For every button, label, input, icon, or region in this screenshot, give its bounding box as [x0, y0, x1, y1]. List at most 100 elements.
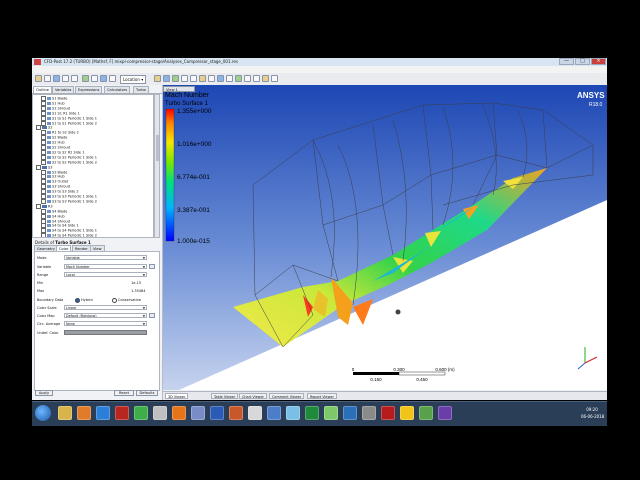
maximize-button[interactable]: □: [575, 58, 590, 65]
figure-icon[interactable]: [100, 75, 107, 82]
tab-outline[interactable]: Outline: [33, 86, 53, 93]
scale-seg: [398, 371, 446, 376]
excel-icon[interactable]: [305, 406, 319, 420]
clip-plane-icon[interactable]: [208, 75, 215, 82]
tree-scrollbar[interactable]: [154, 94, 160, 238]
open-icon[interactable]: [35, 75, 42, 82]
tab-report-viewer[interactable]: Report Viewer: [307, 393, 337, 399]
contour-icon[interactable]: [163, 75, 170, 82]
surface-icon: [47, 190, 51, 194]
tab-variables[interactable]: Variables: [52, 86, 75, 93]
chrome-icon[interactable]: [134, 406, 148, 420]
legend-tick-min: 1.000e-015: [177, 238, 210, 245]
legend-subtitle: Turbo Surface 1: [165, 101, 208, 107]
tab-expressions[interactable]: Expressions: [75, 86, 103, 93]
tree-item-label: S4 to S4 Side 1: [52, 223, 79, 228]
checkbox-icon[interactable]: [41, 233, 46, 237]
location-dropdown[interactable]: Location ▾: [120, 75, 147, 84]
word-icon[interactable]: [210, 406, 224, 420]
table-icon[interactable]: [253, 75, 260, 82]
viewport-canvas[interactable]: Mach Number Turbo Surface 1 1.355e+000 1…: [163, 85, 607, 390]
max-field: Max 1.35484: [37, 288, 157, 294]
color-map-edit-button[interactable]: [149, 313, 155, 318]
tree-item[interactable]: S4 to S4 Periodic 1 Side 2: [41, 233, 97, 237]
chevron-down-icon: ▼: [142, 322, 145, 326]
vector-icon[interactable]: [154, 75, 161, 82]
chevron-down-icon: ▼: [142, 256, 145, 260]
animation-icon[interactable]: [91, 75, 98, 82]
firefox-icon[interactable]: [172, 406, 186, 420]
redo-icon[interactable]: [71, 75, 78, 82]
defaults-button[interactable]: Defaults: [136, 390, 158, 396]
legend-icon[interactable]: [199, 75, 206, 82]
text-icon[interactable]: [190, 75, 197, 82]
variable-dropdown[interactable]: Mach Number ▼: [64, 264, 147, 269]
save-icon[interactable]: [44, 75, 51, 82]
tab-3d-viewer[interactable]: 3D Viewer: [165, 393, 189, 399]
filezilla-icon[interactable]: [115, 406, 129, 420]
ansys-version: R18.0: [589, 102, 603, 108]
circ-average-field: Circ. Average None ▼: [37, 321, 157, 327]
surface-icon: [47, 97, 51, 100]
system-clock[interactable]: 09:20 06-06-2018: [581, 406, 604, 420]
tab-calculators[interactable]: Calculators: [104, 86, 131, 93]
app7-icon[interactable]: [419, 406, 433, 420]
close-button[interactable]: ×: [591, 58, 606, 65]
surface-icon: [47, 131, 51, 135]
apply-button[interactable]: Apply: [35, 390, 53, 396]
minimize-button[interactable]: —: [559, 58, 574, 65]
print-icon[interactable]: [53, 75, 60, 82]
reset-button[interactable]: Reset: [114, 390, 134, 396]
cfd-post-icon[interactable]: [400, 406, 414, 420]
scrollbar-thumb[interactable]: [156, 135, 159, 161]
streamline-icon[interactable]: [172, 75, 179, 82]
instance-transform-icon[interactable]: [217, 75, 224, 82]
media-player-icon[interactable]: [77, 406, 91, 420]
app3-icon[interactable]: [267, 406, 281, 420]
circ-average-dropdown[interactable]: None ▼: [64, 321, 147, 326]
legend-title: Mach Number: [165, 92, 210, 99]
color-map-value: Default (Rainbow): [66, 314, 97, 318]
paint-icon[interactable]: [229, 406, 243, 420]
expression-icon[interactable]: [244, 75, 251, 82]
app6-icon[interactable]: [362, 406, 376, 420]
tree-item-label: S2 to S2 Periodic 1 Side 2: [52, 160, 97, 165]
notepad-icon[interactable]: [286, 406, 300, 420]
undef-color-swatch[interactable]: [64, 330, 147, 335]
3d-viewport[interactable]: Mach Number Turbo Surface 1 1.355e+000 1…: [163, 85, 607, 390]
report-icon[interactable]: [109, 75, 116, 82]
comment-icon[interactable]: [271, 75, 278, 82]
hybrid-radio[interactable]: Hybrid: [75, 297, 93, 303]
chart-icon[interactable]: [262, 75, 269, 82]
start-button[interactable]: [35, 405, 51, 421]
variable-icon[interactable]: [235, 75, 242, 82]
range-dropdown[interactable]: Local ▼: [64, 272, 147, 277]
app2-icon[interactable]: [191, 406, 205, 420]
volume-render-icon[interactable]: [181, 75, 188, 82]
app-icon[interactable]: [153, 406, 167, 420]
tab-comment-viewer[interactable]: Comment Viewer: [269, 393, 305, 399]
variable-field: Variable Mach Number ▼: [37, 264, 157, 270]
mode-dropdown[interactable]: Variable ▼: [64, 255, 147, 260]
color-scale-dropdown[interactable]: Linear ▼: [64, 305, 147, 310]
app4-icon[interactable]: [324, 406, 338, 420]
ansys-workbench-icon[interactable]: [248, 406, 262, 420]
windows-explorer-icon[interactable]: [58, 406, 72, 420]
app5-icon[interactable]: [343, 406, 357, 420]
outline-tabs: Outline Variables Expressions Calculator…: [32, 85, 162, 94]
undo-icon[interactable]: [62, 75, 69, 82]
view-selector[interactable]: View 1: [163, 86, 195, 92]
surface-icon: [47, 146, 51, 149]
variable-browse-button[interactable]: [149, 264, 155, 269]
ie-icon[interactable]: [96, 406, 110, 420]
color-map-icon[interactable]: [226, 75, 233, 82]
app8-icon[interactable]: [438, 406, 452, 420]
timestep-icon[interactable]: [82, 75, 89, 82]
tab-table-viewer[interactable]: Table Viewer: [211, 393, 239, 399]
color-map-dropdown[interactable]: Default (Rainbow) ▼: [64, 313, 147, 318]
tab-chart-viewer[interactable]: Chart Viewer: [239, 393, 267, 399]
undef-color-label: Undef. Color: [37, 331, 59, 335]
conservative-radio[interactable]: Conservative: [112, 297, 141, 303]
tab-turbo[interactable]: Turbo: [133, 86, 149, 93]
acrobat-icon[interactable]: [381, 406, 395, 420]
